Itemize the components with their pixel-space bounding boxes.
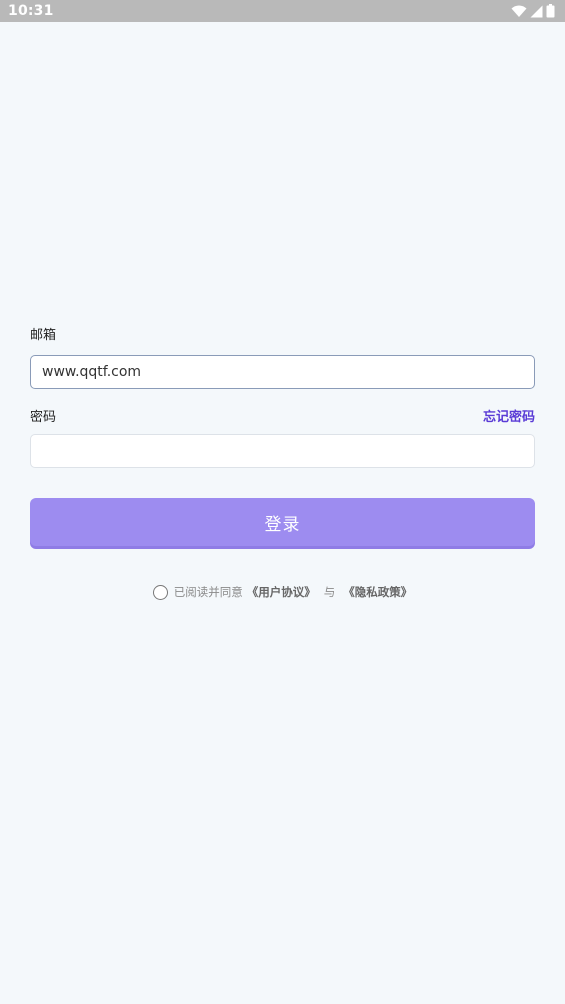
wifi-icon xyxy=(511,5,527,17)
agreement-prefix: 已阅读并同意 xyxy=(173,585,243,599)
email-field[interactable] xyxy=(30,355,535,389)
email-label: 邮箱 xyxy=(30,328,57,343)
user-agreement-link[interactable]: 《用户协议》 xyxy=(247,584,316,600)
status-time: 10:31 xyxy=(8,3,54,19)
login-form: 邮箱 密码 忘记密码 登录 xyxy=(30,326,535,546)
status-icons xyxy=(511,4,555,18)
login-button[interactable]: 登录 xyxy=(30,498,535,546)
agreement-row: 已阅读并同意 《用户协议》 与 《隐私政策》 xyxy=(0,584,565,600)
status-bar: 10:31 xyxy=(0,0,565,22)
forgot-password-link[interactable]: 忘记密码 xyxy=(483,406,535,425)
password-field[interactable] xyxy=(30,434,535,468)
agreement-connector: 与 xyxy=(323,585,336,599)
privacy-policy-link[interactable]: 《隐私政策》 xyxy=(343,584,412,600)
password-label: 密码 xyxy=(30,409,57,425)
battery-icon xyxy=(546,4,555,18)
agree-radio[interactable] xyxy=(152,584,168,600)
cell-signal-icon xyxy=(530,5,543,17)
